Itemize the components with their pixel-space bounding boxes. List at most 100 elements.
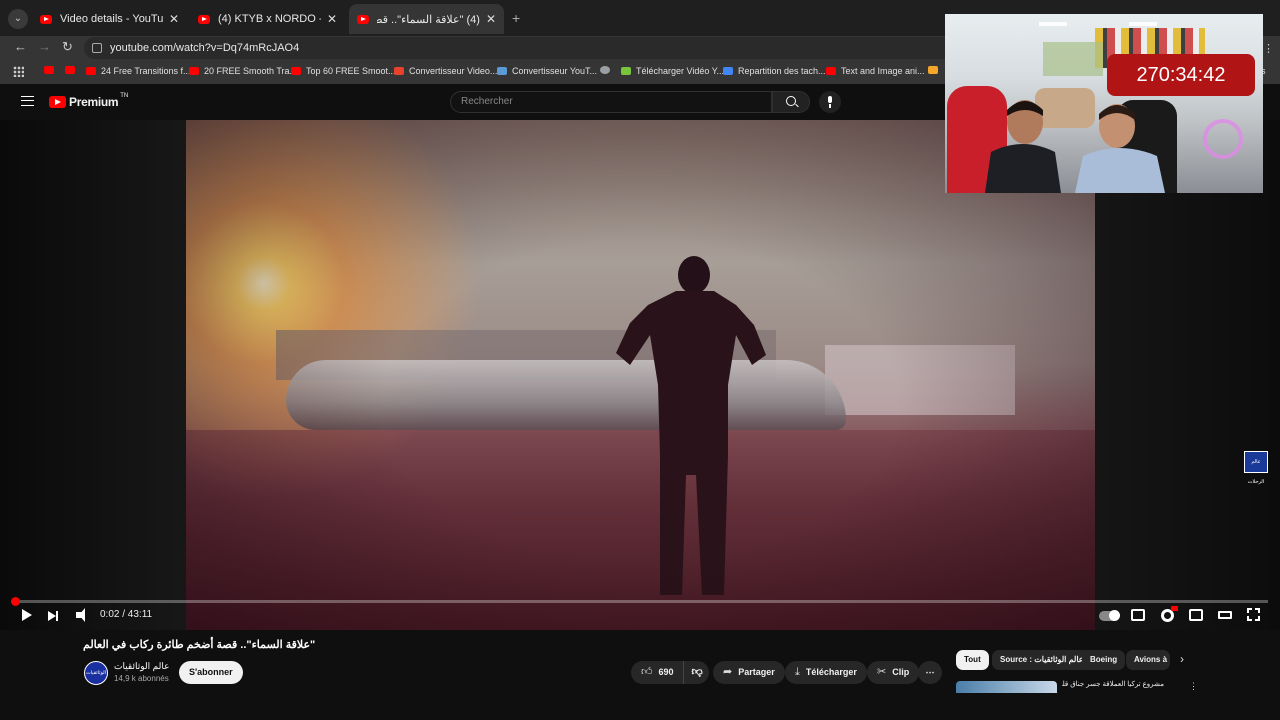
- search-icon[interactable]: [772, 91, 810, 113]
- bookmark-item[interactable]: [65, 66, 80, 74]
- facecam-overlay: 270:34:42: [945, 14, 1263, 193]
- bookmark-label: Convertisseur Video...: [409, 66, 498, 76]
- ceiling-light: [1039, 22, 1067, 26]
- youtube-logo-icon: [49, 96, 66, 108]
- channel-avatar[interactable]: الوثائقيات: [84, 661, 108, 685]
- share-arrow-icon: ➦: [723, 666, 733, 678]
- subtitles-icon[interactable]: [1131, 609, 1145, 621]
- bookmark-favicon-icon: [826, 67, 836, 75]
- related-video-thumbnail[interactable]: [956, 681, 1057, 693]
- video-title: "علاقة السماء".. قصة أضخم طائرة ركاب في …: [83, 639, 316, 651]
- logo-country-code: TN: [120, 93, 129, 99]
- like-button[interactable]: 👍︎ 690: [631, 661, 684, 684]
- logo-text: Premium: [69, 95, 119, 109]
- back-arrow-icon[interactable]: ←: [14, 39, 27, 54]
- player-controls: 0:02 / 43:11: [0, 597, 1280, 630]
- video-info-section: "علاقة السماء".. قصة أضخم طائرة ركاب في …: [0, 630, 1280, 720]
- download-label: Télécharger: [805, 667, 857, 677]
- bookmark-favicon-icon: [394, 67, 404, 75]
- volume-icon[interactable]: [76, 608, 85, 622]
- bookmark-item[interactable]: 24 Free Transitions f...: [86, 66, 191, 76]
- video-player[interactable]: [0, 120, 1280, 630]
- related-more-icon[interactable]: ⋮: [1189, 681, 1198, 692]
- bookmark-item[interactable]: Convertisseur Video...: [394, 66, 497, 76]
- streamer-right: [1075, 104, 1165, 193]
- video-frame[interactable]: [186, 120, 1095, 630]
- chip-all[interactable]: Tout: [956, 650, 989, 670]
- channel-name[interactable]: عالم الوثائقيات: [114, 661, 169, 672]
- channel-watermark[interactable]: عالم الرحلات: [1244, 451, 1268, 485]
- forward-arrow-icon[interactable]: →: [38, 39, 51, 54]
- apps-grid-icon[interactable]: [13, 66, 24, 77]
- globe-icon: [600, 66, 610, 74]
- like-count: 690: [658, 667, 674, 677]
- bookmark-item[interactable]: Text and Image ani...: [826, 66, 925, 76]
- bookmark-item[interactable]: Top 60 FREE Smoot...: [291, 66, 396, 76]
- more-actions-button[interactable]: ⋯: [918, 661, 942, 684]
- bookmark-item[interactable]: Repartition des tach...: [723, 66, 826, 76]
- browser-tab[interactable]: (4) KTYB x NORDO - GHAZALI ( ✕: [190, 6, 345, 32]
- theater-mode-icon[interactable]: [1218, 611, 1232, 619]
- tab-title: (4) KTYB x NORDO - GHAZALI (: [218, 13, 321, 25]
- bookmark-item[interactable]: Convertisseur YouT...: [497, 66, 597, 76]
- room-window: [1043, 42, 1103, 76]
- youtube-favicon-icon: [198, 14, 210, 24]
- subscriber-count: 14,9 k abonnés: [114, 674, 169, 683]
- chip-avions[interactable]: Avions à: [1126, 650, 1170, 670]
- time-display: 0:02 / 43:11: [100, 609, 153, 620]
- reload-icon[interactable]: ↻: [62, 39, 73, 55]
- bookmark-item[interactable]: [928, 66, 943, 74]
- more-horizontal-icon: ⋯: [925, 667, 935, 677]
- bookmark-favicon-icon: [86, 67, 96, 75]
- bookmark-item[interactable]: [44, 66, 59, 74]
- close-tab-icon[interactable]: ✕: [327, 12, 337, 26]
- play-icon[interactable]: [22, 609, 32, 621]
- bookmark-item[interactable]: [600, 66, 615, 74]
- chip-source[interactable]: Source : عالم الوثائقيات: [992, 650, 1092, 670]
- site-info-icon[interactable]: [92, 43, 102, 53]
- bookmark-favicon-icon: [291, 67, 301, 75]
- dislike-button[interactable]: 👎︎: [684, 661, 711, 684]
- microphone-icon[interactable]: [819, 91, 841, 113]
- miniplayer-icon[interactable]: [1189, 609, 1203, 621]
- progress-scrubber[interactable]: [11, 597, 21, 606]
- chip-boeing[interactable]: Boeing: [1082, 650, 1126, 670]
- tab-title: (4) "علاقة السماء".. قصة أضخم: [377, 13, 480, 26]
- subscribe-button[interactable]: S'abonner: [179, 661, 243, 684]
- hd-badge: [1171, 606, 1178, 611]
- related-video-title[interactable]: مشروع تركيا العملاقة جسر جناق قلعة: [1062, 680, 1164, 688]
- bookmark-favicon-icon: [65, 66, 75, 74]
- autoplay-toggle[interactable]: [1099, 610, 1120, 621]
- download-button[interactable]: ⤓ Télécharger: [785, 661, 867, 684]
- browser-tab-active[interactable]: (4) "علاقة السماء".. قصة أضخم ✕: [349, 4, 504, 34]
- thumbs-up-icon: 👍︎: [641, 666, 653, 678]
- close-tab-icon[interactable]: ✕: [486, 12, 496, 26]
- fullscreen-icon[interactable]: [1247, 608, 1260, 621]
- close-tab-icon[interactable]: ✕: [169, 12, 179, 26]
- scissors-icon: ✂: [877, 666, 887, 678]
- progress-bar[interactable]: [11, 597, 1268, 606]
- video-vignette: [186, 120, 1095, 630]
- tab-title: Video details - YouTube Studio: [60, 13, 163, 25]
- youtube-favicon-icon: [40, 14, 52, 24]
- menu-hamburger-icon[interactable]: [21, 96, 34, 106]
- youtube-premium-logo[interactable]: Premium TN: [49, 93, 129, 109]
- share-button[interactable]: ➦ Partager: [713, 661, 785, 684]
- chevron-right-icon[interactable]: ›: [1180, 652, 1184, 666]
- search-input[interactable]: Rechercher: [450, 91, 772, 113]
- browser-tab[interactable]: Video details - YouTube Studio ✕: [32, 6, 187, 32]
- bookmark-item[interactable]: 20 FREE Smooth Tra...: [189, 66, 297, 76]
- new-tab-icon[interactable]: +: [512, 10, 520, 26]
- bookmark-item[interactable]: Télécharger Vidéo Y...: [621, 66, 724, 76]
- clip-button[interactable]: ✂ Clip: [867, 661, 920, 684]
- bookmark-favicon-icon: [928, 66, 938, 74]
- tab-search-button[interactable]: ⌄: [8, 9, 28, 29]
- browser-menu-icon[interactable]: ⋮: [1263, 42, 1274, 55]
- youtube-favicon-icon: [357, 14, 369, 24]
- ceiling-light: [1129, 22, 1157, 26]
- next-video-icon[interactable]: [48, 611, 58, 621]
- bookmark-favicon-icon: [189, 67, 199, 75]
- share-label: Partager: [738, 667, 775, 677]
- bookmark-label: Top 60 FREE Smoot...: [306, 66, 396, 76]
- thumbs-down-icon: 👎︎: [691, 666, 703, 678]
